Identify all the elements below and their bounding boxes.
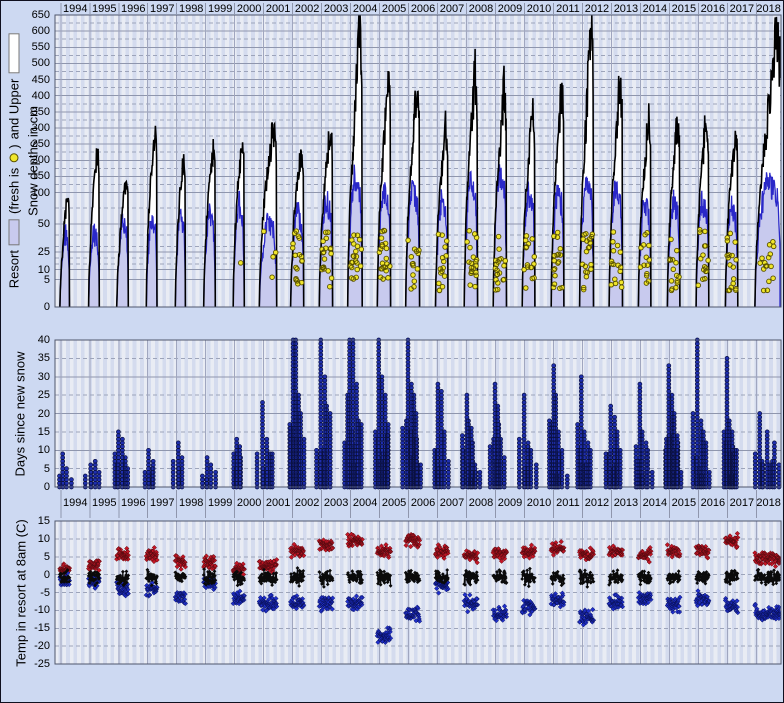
snow-history-chart: Resort (fresh is ) and Upper Snow depths… — [0, 0, 784, 703]
temp-max-markers — [58, 531, 782, 577]
chart-canvas — [1, 1, 784, 703]
temp-8am-markers — [58, 566, 781, 589]
